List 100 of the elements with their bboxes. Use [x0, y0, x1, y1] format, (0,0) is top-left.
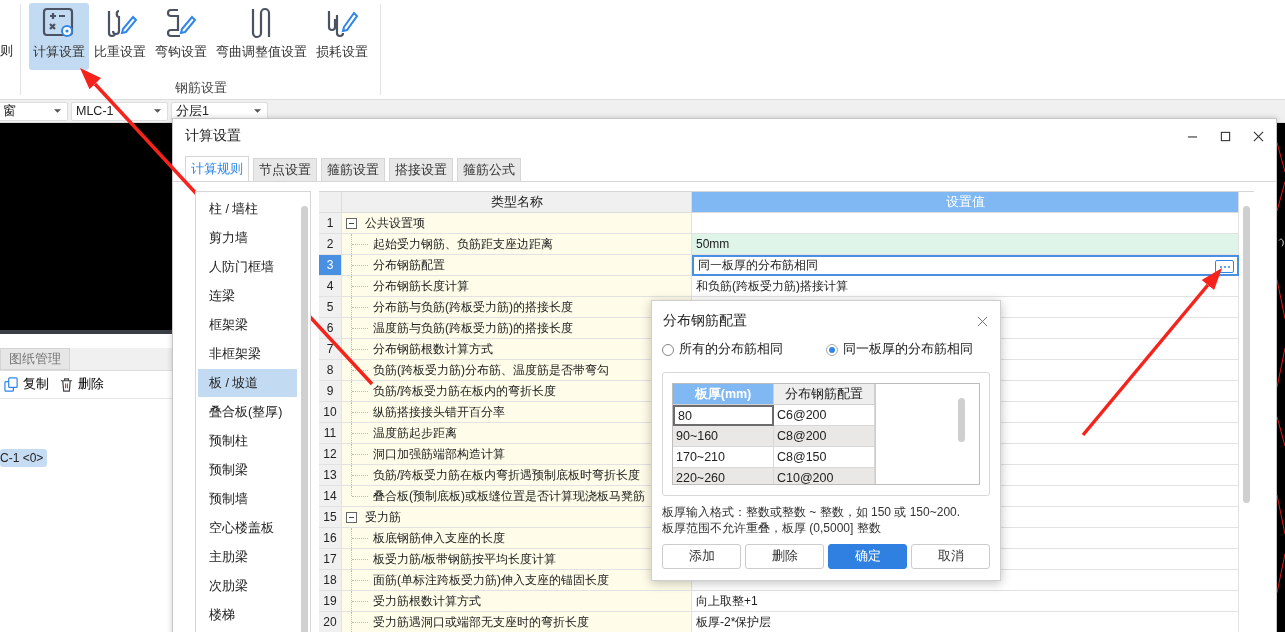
more-button[interactable]	[1215, 260, 1234, 273]
ribbon-button[interactable]: 弯曲调整值设置	[212, 3, 311, 70]
row-number: 2	[319, 234, 342, 255]
collapse-icon[interactable]	[346, 217, 357, 229]
ribbon-button[interactable]: 计算设置	[29, 3, 89, 70]
hint-text: 板厚输入格式：整数或整数 ~ 整数，如 150 或 150~200.	[662, 504, 962, 520]
table-cell[interactable]: C8@150	[774, 447, 875, 468]
category-item[interactable]: 叠合板(整厚)	[198, 398, 297, 426]
setting-name: 负筋/跨板受力筋在板内弯折遇预制底板时弯折长度	[373, 466, 641, 484]
setting-name: 受力筋根数计算方式	[373, 592, 481, 610]
tree-item[interactable]: C-1 <0>	[0, 449, 48, 467]
tab[interactable]: 箍筋设置	[321, 158, 385, 181]
ribbon-button[interactable]: 比重设置	[90, 3, 150, 70]
table-cell[interactable]: C6@200	[774, 405, 875, 426]
setting-name: 纵筋搭接接头错开百分率	[373, 403, 505, 421]
setting-name: 温度筋起步距离	[373, 424, 457, 442]
row-number: 12	[319, 444, 342, 465]
category-item[interactable]: 连梁	[198, 282, 297, 310]
table-cell[interactable]: C8@200	[774, 426, 875, 447]
column-header[interactable]: 类型名称	[342, 192, 692, 213]
row-number: 8	[319, 360, 342, 381]
toolbar-button[interactable]: 复制	[4, 376, 49, 393]
row-number: 9	[319, 381, 342, 402]
row-number: 4	[319, 276, 342, 297]
trash-icon	[59, 377, 74, 392]
scrollbar[interactable]	[301, 206, 308, 632]
maximize-icon[interactable]	[1220, 130, 1231, 142]
setting-name: 受力筋遇洞口或端部无支座时的弯折长度	[373, 613, 589, 631]
toolbar-button[interactable]: 删除	[59, 376, 104, 393]
setting-name: 分布钢筋长度计算	[373, 277, 469, 295]
scrollbar-thumb[interactable]	[1243, 206, 1250, 503]
tab[interactable]: 箍筋公式	[457, 158, 521, 181]
category-item[interactable]: 次肋梁	[198, 572, 297, 600]
table-cell[interactable]: 170~210	[673, 447, 774, 468]
ribbon-button[interactable]: 弯钩设置	[151, 3, 211, 70]
setting-name: 分布筋与负筋(跨板受力筋)的搭接长度	[373, 298, 573, 316]
hook-pencil-icon	[164, 7, 198, 39]
caret-icon	[154, 109, 161, 113]
dropdown[interactable]: 窗	[0, 101, 68, 121]
setting-name: 板受力筋/板带钢筋按平均长度计算	[373, 550, 557, 568]
radio-option[interactable]: 同一板厚的分布筋相同	[826, 341, 990, 358]
setting-name: 负筋/跨板受力筋在板内的弯折长度	[373, 382, 557, 400]
dialog-button[interactable]: 取消	[911, 544, 990, 569]
category-item[interactable]: 人防门框墙	[198, 253, 297, 281]
dialog-button[interactable]: 删除	[745, 544, 824, 569]
close-icon[interactable]	[1253, 130, 1264, 142]
category-item[interactable]: 空心楼盖板	[198, 514, 297, 542]
tab[interactable]: 搭接设置	[389, 158, 453, 181]
ribbon-label: 则	[0, 42, 14, 58]
dialog-button[interactable]: 确定	[828, 544, 907, 569]
category-item[interactable]: 预制梁	[198, 456, 297, 484]
scrollbar-thumb[interactable]	[958, 398, 965, 442]
table-cell[interactable]: C10@200	[774, 468, 875, 484]
table-cell[interactable]: 90~160	[673, 426, 774, 447]
row-number: 10	[319, 402, 342, 423]
category-item[interactable]: 预制柱	[198, 427, 297, 455]
row-number: 13	[319, 465, 342, 486]
table-cell[interactable]: 220~260	[673, 468, 774, 484]
value-field[interactable]: 同一板厚的分布筋相同	[692, 255, 1239, 276]
category-item[interactable]: 主肋梁	[198, 543, 297, 571]
setting-name: 温度筋与负筋(跨板受力筋)的搭接长度	[373, 319, 573, 337]
collapse-icon[interactable]	[346, 511, 357, 523]
dropdown[interactable]: MLC-1	[71, 101, 168, 121]
table-cell[interactable]: 80	[673, 405, 774, 426]
dropdown[interactable]: 分层1	[171, 101, 268, 121]
row-number: 14	[319, 486, 342, 507]
category-item[interactable]: 剪力墙	[198, 224, 297, 252]
setting-name: 分布钢筋配置	[373, 256, 445, 274]
setting-value: 向上取整+1	[696, 592, 758, 610]
setting-name: 起始受力钢筋、负筋距支座边距离	[373, 235, 553, 253]
group-name: 公共设置项	[365, 214, 425, 232]
row-number: 3	[319, 255, 342, 276]
tab[interactable]: 计算规则	[185, 156, 249, 181]
setting-name: 板底钢筋伸入支座的长度	[373, 529, 505, 547]
category-item[interactable]: 板 / 坡道	[198, 369, 297, 397]
category-item[interactable]: 柱 / 墙柱	[198, 195, 297, 223]
category-item[interactable]: 非框架梁	[198, 340, 297, 368]
row-number: 17	[319, 549, 342, 570]
row-number: 5	[319, 297, 342, 318]
radio-option[interactable]: 所有的分布筋相同	[662, 341, 826, 358]
setting-name: 叠合板(预制底板)或板缝位置是否计算现浇板马凳筋	[373, 487, 645, 505]
group-name: 受力筋	[365, 508, 401, 526]
dialog-button[interactable]: 添加	[662, 544, 741, 569]
category-item[interactable]: 楼梯	[198, 601, 297, 629]
setting-name: 面筋(单标注跨板受力筋)伸入支座的锚固长度	[373, 571, 609, 589]
dialog-title: 分布钢筋配置	[663, 312, 747, 330]
setting-value: 板厚-2*保护层	[696, 613, 772, 631]
category-item[interactable]: 框架梁	[198, 311, 297, 339]
tab[interactable]: 节点设置	[253, 158, 317, 181]
window-title: 计算设置	[185, 127, 241, 145]
setting-name: 负筋(跨板受力筋)分布筋、温度筋是否带弯勾	[373, 361, 609, 379]
caret-icon	[54, 109, 61, 113]
ribbon-button[interactable]: 损耗设置	[312, 3, 372, 70]
calculator-gear-icon	[42, 7, 76, 39]
setting-value: 50mm	[696, 237, 730, 251]
category-item[interactable]: 预制墙	[198, 485, 297, 513]
panel-tab[interactable]: 图纸管理	[0, 348, 70, 370]
row-number: 11	[319, 423, 342, 444]
column-header[interactable]: 分布钢筋配置	[774, 384, 875, 405]
close-icon[interactable]	[977, 315, 988, 327]
